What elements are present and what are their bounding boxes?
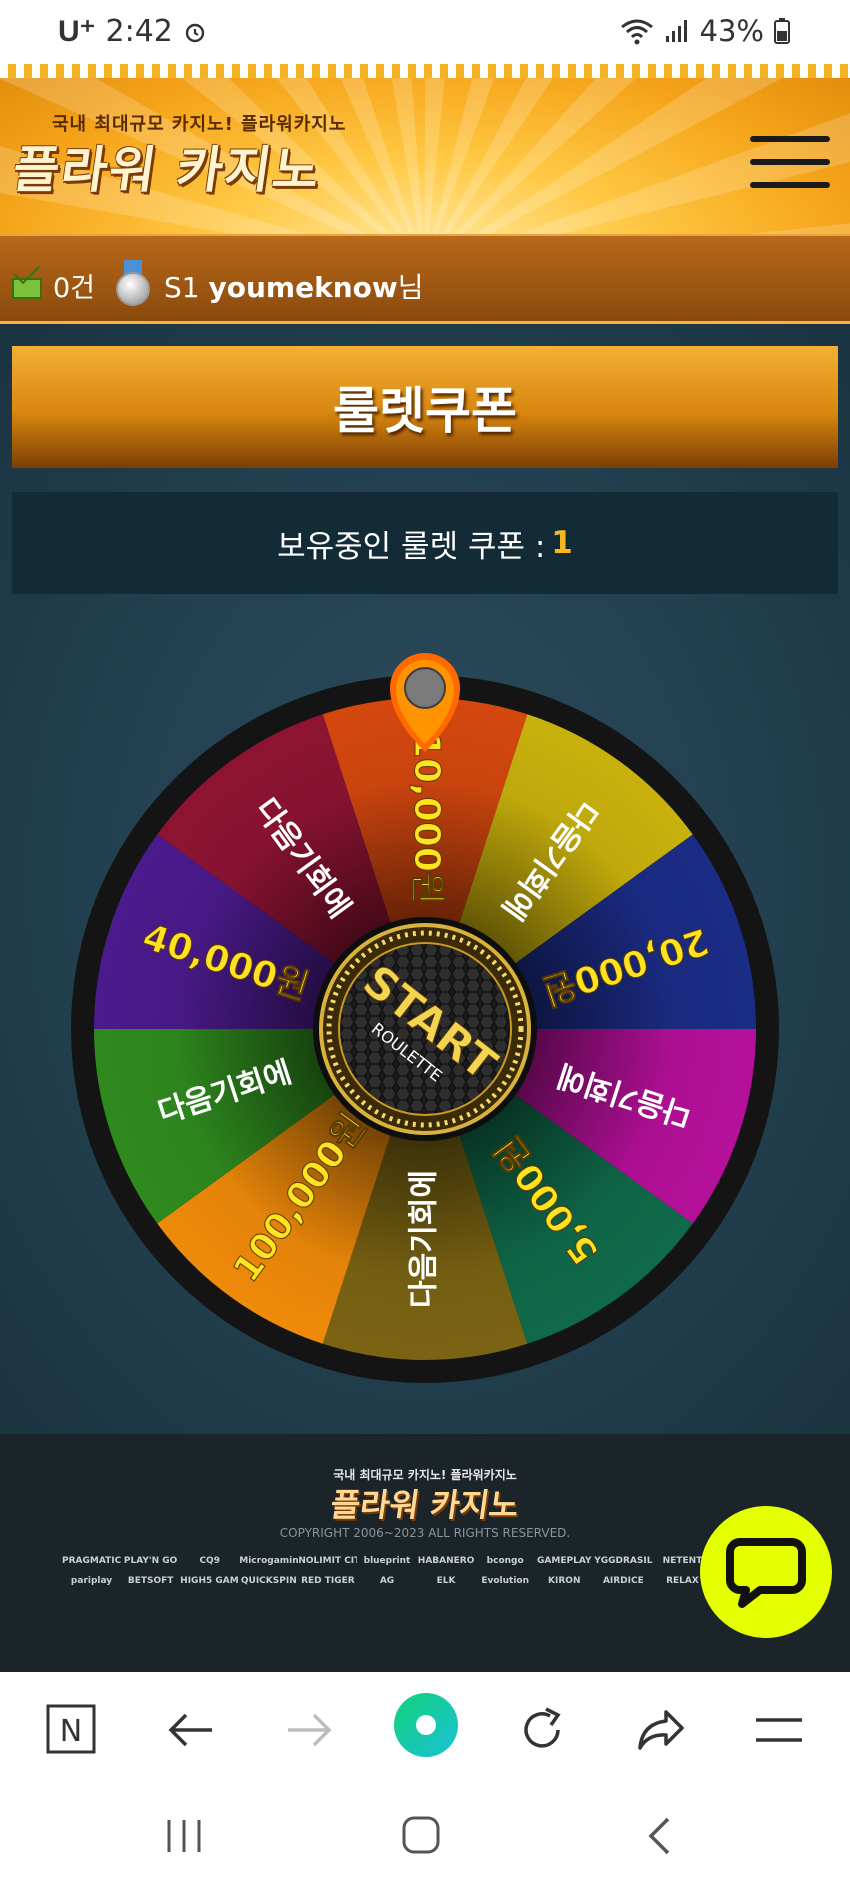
battery-percent: 43% [699, 14, 764, 48]
footer-logo: 플라워 카지노 [328, 1486, 522, 1524]
mail-icon[interactable] [12, 278, 42, 299]
provider-logo: BETSOFT [127, 1576, 174, 1586]
forward-arrow-icon[interactable] [286, 1712, 332, 1752]
site-header: 국내 최대규모 카지노! 플라워카지노 플라워 카지노 [0, 64, 850, 234]
menu-icon[interactable] [750, 136, 830, 196]
status-left: U⁺ 2:42 [58, 14, 207, 49]
provider-logo: RED TIGER [301, 1576, 355, 1586]
back-icon[interactable] [646, 1816, 672, 1860]
status-bar: U⁺ 2:42 43% [0, 0, 850, 64]
home-icon[interactable] [402, 1816, 440, 1858]
refresh-icon[interactable] [518, 1706, 566, 1758]
provider-logo: bcongo [486, 1556, 524, 1566]
provider-logo: AIRDICE [602, 1576, 644, 1586]
browser-home-letter: N [60, 1714, 82, 1749]
back-arrow-icon[interactable] [168, 1712, 214, 1752]
provider-logo: AG [379, 1576, 395, 1586]
page-title-banner: 룰렛쿠폰 [12, 346, 838, 468]
site-logo[interactable]: 플라워 카지노 [9, 130, 327, 202]
provider-logo: NOLIMIT CITY [298, 1556, 358, 1566]
browser-toolbar: N [0, 1672, 850, 1786]
provider-logo: ELK [436, 1576, 456, 1586]
wifi-icon [620, 19, 653, 45]
provider-logos: PRAGMATIC PLAYPLAY'N GO CQ9 MicrogamingNOL… [62, 1556, 712, 1586]
android-nav-bar [0, 1786, 850, 1889]
alarm-icon [185, 23, 205, 42]
user-suffix: 님 [397, 271, 424, 304]
provider-logo: blueprint [363, 1556, 411, 1566]
chat-bubble-icon [726, 1538, 806, 1608]
coupon-label: 보유중인 룰렛 쿠폰 : [277, 528, 546, 565]
mail-count[interactable]: 0건 [53, 266, 95, 305]
wheel-segment-label: 10,000원 [406, 733, 447, 905]
provider-logo: Microgaming [239, 1556, 299, 1566]
provider-logo: YGGDRASIL [594, 1556, 653, 1566]
provider-logo: QUICKSPIN [240, 1576, 297, 1586]
carrier-label: U⁺ [58, 15, 96, 48]
signal-icon [665, 20, 687, 42]
provider-logo: PRAGMATIC PLAY [62, 1556, 122, 1566]
browser-menu-icon[interactable] [754, 1716, 804, 1748]
coupon-count: 1 [551, 525, 573, 561]
browser-home-icon[interactable]: N [46, 1704, 96, 1758]
provider-logo: GAMEPLAY [537, 1556, 592, 1566]
user-id: youmeknow [208, 271, 398, 304]
header-dots-decoration [0, 64, 850, 78]
share-icon[interactable] [636, 1708, 686, 1756]
provider-logo: PLAY'N GO [123, 1556, 178, 1566]
main-content: 룰렛쿠폰 보유중인 룰렛 쿠폰 : 1 10,000원 다음기회에 20,000원 다… [0, 324, 850, 1434]
recent-apps-icon[interactable] [164, 1818, 204, 1858]
coupon-info-box: 보유중인 룰렛 쿠폰 : 1 [12, 492, 838, 594]
browser-green-dot-icon[interactable] [393, 1692, 459, 1762]
user-level: S1 [164, 271, 200, 304]
provider-logo: Evolution [481, 1576, 529, 1586]
user-name[interactable]: S1 youmeknow님 [164, 266, 424, 306]
roulette-wheel: 10,000원 다음기회에20,000원다음기회에5,000원다음기회에100,0… [71, 653, 779, 1383]
provider-logo: HABANERO [417, 1556, 475, 1566]
footer-bottom-strip [0, 1646, 850, 1672]
wheel-segment-label: 다음기회에 [407, 1170, 442, 1308]
provider-logo: pariplay [70, 1576, 113, 1586]
status-right: 43% [620, 14, 790, 48]
provider-logo: HIGH5 GAMES [180, 1576, 239, 1586]
page-title: 룰렛쿠폰 [333, 382, 517, 440]
battery-icon [774, 18, 790, 44]
provider-logo: KIRON [548, 1576, 581, 1586]
start-button[interactable]: START ROULETTE [313, 917, 537, 1141]
level-medal-icon [116, 260, 150, 308]
chat-button[interactable] [700, 1506, 832, 1638]
user-bar: 0건 S1 youmeknow님 [0, 234, 850, 324]
provider-logo: CQ9 [199, 1556, 220, 1566]
clock-time: 2:42 [105, 14, 173, 49]
